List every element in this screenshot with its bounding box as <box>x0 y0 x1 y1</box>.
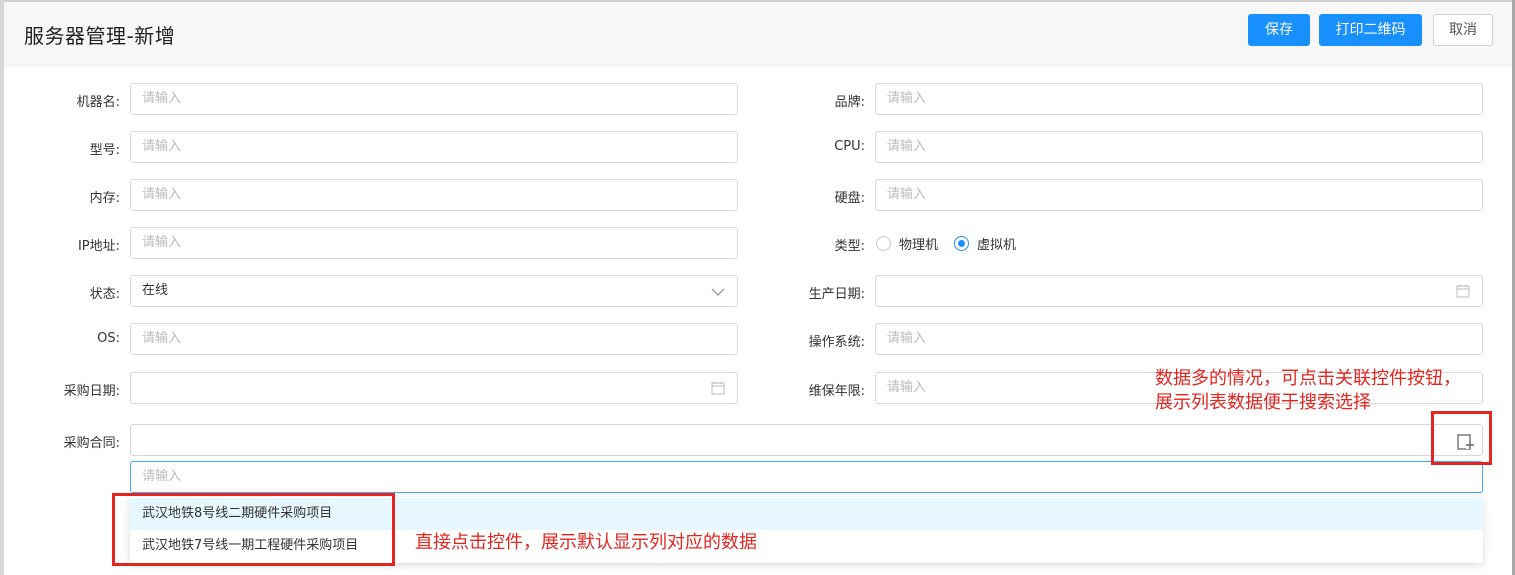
disk-label: 硬盘: <box>834 191 865 206</box>
model-input[interactable]: 请输入 <box>130 131 738 163</box>
annotation-note-bottom: 直接点击控件，展示默认显示列对应的数据 <box>415 532 757 553</box>
calendar-icon <box>711 382 725 395</box>
model-label: 型号: <box>89 143 120 158</box>
operating-system-input[interactable]: 请输入 <box>875 323 1483 355</box>
status-select[interactable]: 在线 <box>130 275 738 307</box>
status-label: 状态: <box>89 287 120 302</box>
annotation-highlight-related-button <box>1431 411 1492 465</box>
memory-label: 内存: <box>89 191 120 206</box>
purchase-date-picker[interactable] <box>130 372 738 404</box>
ip-address-input[interactable]: 请输入 <box>130 227 738 259</box>
radio-virtual-machine-label[interactable]: 虚拟机 <box>977 234 1016 253</box>
memory-input[interactable]: 请输入 <box>130 179 738 211</box>
brand-input[interactable]: 请输入 <box>875 83 1483 115</box>
cpu-label: CPU: <box>834 139 865 154</box>
brand-label: 品牌: <box>834 95 865 110</box>
purchase-date-label: 采购日期: <box>63 384 120 399</box>
print-qr-code-button[interactable]: 打印二维码 <box>1319 14 1422 46</box>
radio-virtual-machine[interactable] <box>954 235 970 251</box>
page-title: 服务器管理-新增 <box>24 24 176 48</box>
calendar-icon <box>1456 285 1470 298</box>
ip-address-label: IP地址: <box>77 239 120 254</box>
status-selected-value: 在线 <box>142 283 169 298</box>
annotation-highlight-dropdown <box>112 493 395 566</box>
os-label: OS: <box>97 331 120 346</box>
warranty-years-label: 维保年限: <box>808 384 865 399</box>
chevron-down-icon <box>711 288 725 296</box>
purchase-contract-select[interactable] <box>130 424 1483 456</box>
annotation-note-right-line1: 数据多的情况，可点击关联控件按钮， <box>1155 368 1461 389</box>
save-button[interactable]: 保存 <box>1248 14 1310 46</box>
production-date-label: 生产日期: <box>808 287 865 302</box>
page-header: 服务器管理-新增 保存 打印二维码 取消 <box>4 2 1512 67</box>
type-radio-group: 物理机 虚拟机 <box>876 234 1032 253</box>
type-label: 类型: <box>834 239 865 254</box>
window-left-border <box>0 0 4 575</box>
purchase-contract-label: 采购合同: <box>63 436 120 451</box>
operating-system-label: 操作系统: <box>808 335 865 350</box>
machine-name-input[interactable]: 请输入 <box>130 83 738 115</box>
radio-physical-machine[interactable] <box>876 235 891 251</box>
cancel-button[interactable]: 取消 <box>1433 14 1493 46</box>
production-date-picker[interactable] <box>875 275 1483 307</box>
os-input[interactable]: 请输入 <box>130 323 738 355</box>
disk-input[interactable]: 请输入 <box>875 179 1483 211</box>
annotation-note-right: 数据多的情况，可点击关联控件按钮， 展示列表数据便于搜索选择 <box>1155 367 1510 415</box>
cpu-input[interactable]: 请输入 <box>875 131 1483 163</box>
radio-physical-machine-label[interactable]: 物理机 <box>899 234 938 253</box>
contract-search-input[interactable]: 请输入 <box>130 461 1483 493</box>
machine-name-label: 机器名: <box>76 95 120 110</box>
annotation-note-right-line2: 展示列表数据便于搜索选择 <box>1155 392 1371 413</box>
